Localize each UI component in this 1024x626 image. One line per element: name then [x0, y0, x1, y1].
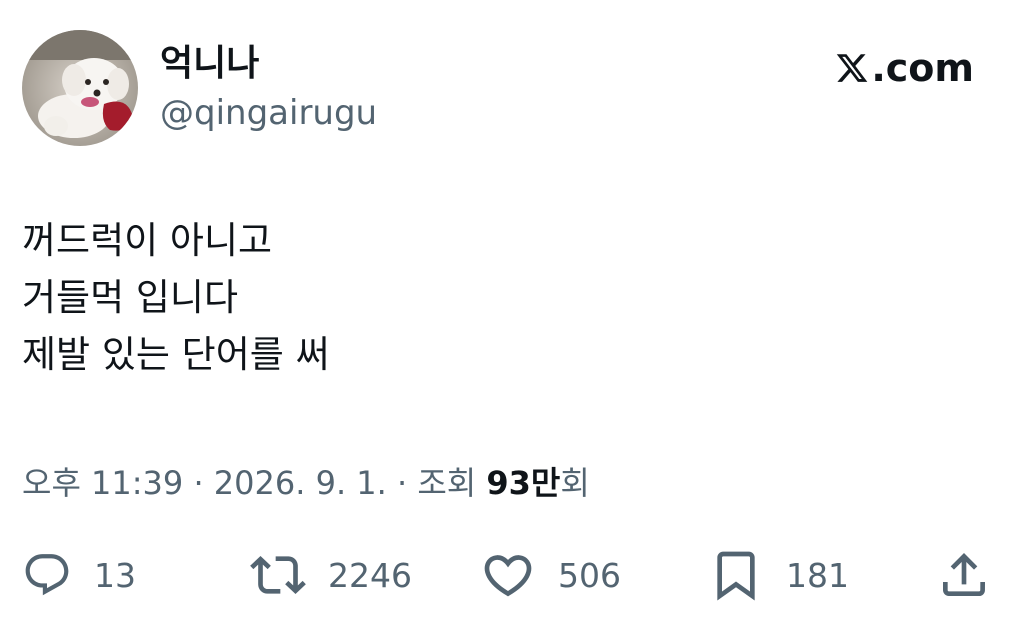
tweet-time[interactable]: 오후 11:39 [22, 464, 183, 502]
like-button[interactable]: 506 [480, 546, 621, 604]
repost-count: 2246 [328, 555, 412, 595]
bookmark-icon [717, 551, 755, 601]
share-icon [943, 553, 985, 596]
tweet-line: 꺼드럭이 아니고 [22, 219, 273, 262]
brand-logo: .com [835, 44, 974, 92]
display-name[interactable]: 억니나 [160, 40, 259, 88]
reply-count: 13 [94, 555, 136, 595]
heart-icon [484, 555, 532, 597]
like-count: 506 [558, 555, 621, 595]
repost-icon [250, 556, 306, 594]
share-button[interactable] [936, 546, 992, 604]
repost-button[interactable]: 2246 [250, 546, 412, 604]
meta-separator: · [386, 464, 418, 502]
views-label: 조회 [417, 464, 477, 502]
bookmark-count: 181 [786, 555, 849, 595]
tweet-line: 거들먹 입니다 [22, 276, 239, 319]
reply-icon [25, 554, 69, 596]
views-suffix: 회 [560, 464, 590, 502]
avatar[interactable] [22, 30, 138, 146]
tweet-meta: 오후 11:39 · 2026. 9. 1. · 조회 93만회 [22, 460, 590, 506]
tweet-date[interactable]: 2026. 9. 1. [214, 464, 387, 502]
action-bar: 13 2246 506 181 [22, 546, 994, 604]
brand-domain: .com [871, 46, 974, 90]
meta-separator: · [183, 464, 214, 502]
user-handle[interactable]: @qingairugu [160, 90, 377, 136]
tweet-text: 꺼드럭이 아니고 거들먹 입니다 제발 있는 단어를 써 [22, 212, 330, 383]
x-logo-icon [837, 54, 868, 82]
views-count: 93만 [486, 464, 561, 502]
bookmark-button[interactable]: 181 [708, 546, 849, 604]
reply-button[interactable]: 13 [22, 546, 136, 604]
dog-avatar-image [22, 30, 138, 146]
tweet-line: 제발 있는 단어를 써 [22, 333, 330, 376]
